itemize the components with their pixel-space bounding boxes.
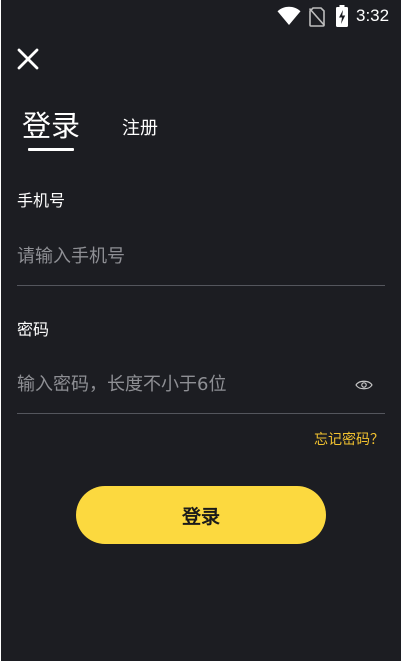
password-label: 密码 [17,320,50,339]
phone-divider [17,285,385,286]
login-button[interactable]: 登录 [76,486,326,544]
phone-input[interactable] [17,244,377,268]
active-tab-indicator [28,148,74,151]
login-screen: 3:32 登录 注册 手机号 密码 忘记密码？ 登录 [1,0,401,661]
battery-charging-icon [336,5,348,31]
password-input[interactable] [17,372,347,396]
wifi-icon [277,6,301,30]
close-icon [17,48,39,70]
phone-label: 手机号 [17,191,66,210]
forgot-password-link[interactable]: 忘记密码？ [314,431,384,449]
eye-icon [355,380,373,390]
status-bar: 3:32 [1,0,401,34]
tab-login[interactable]: 登录 [22,108,80,144]
close-button[interactable] [13,44,43,74]
status-clock: 3:32 [356,6,390,25]
password-divider [17,413,385,414]
tab-register[interactable]: 注册 [122,118,158,140]
no-sim-icon [308,7,326,31]
password-visibility-toggle[interactable] [355,377,373,391]
